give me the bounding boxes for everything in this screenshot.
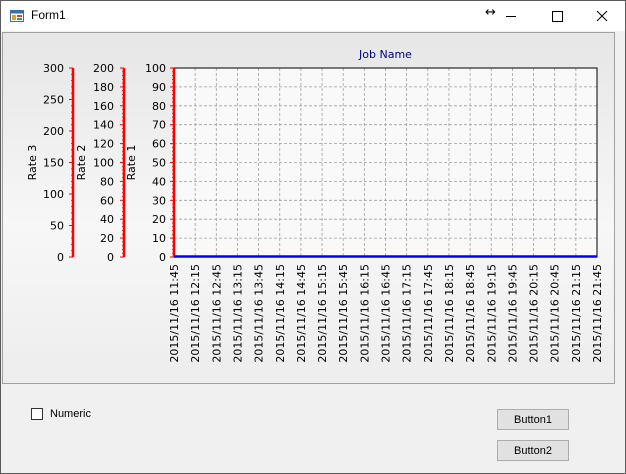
y-tick-label: 50	[152, 157, 166, 170]
x-tick-label: 2015/11/16 17:15	[401, 264, 414, 363]
y-tick-label: 160	[93, 100, 114, 113]
y-tick-label: 10	[152, 232, 166, 245]
axis-title-rate-1: Rate 1	[125, 145, 138, 181]
button2[interactable]: Button2	[497, 440, 569, 461]
axis-title-rate-2: Rate 2	[75, 145, 88, 181]
app-icon	[10, 10, 24, 22]
y-tick-label: 0	[107, 251, 114, 264]
window-title: Form1	[31, 8, 66, 22]
y-tick-label: 180	[93, 81, 114, 94]
y-tick-label: 80	[100, 175, 114, 188]
y-tick-label: 100	[93, 157, 114, 170]
y-tick-label: 100	[43, 188, 64, 201]
x-tick-label: 2015/11/16 18:15	[443, 264, 456, 363]
y-tick-label: 120	[93, 138, 114, 151]
job-chart: Job Name 0 10 20 30 40 50 60 70 80 90 100 Rate 1 0 20 4…	[26, 48, 604, 363]
x-tick-label: 2015/11/16 18:45	[464, 264, 477, 363]
button1[interactable]: Button1	[497, 409, 569, 430]
x-tick-label: 2015/11/16 20:15	[528, 264, 541, 363]
title-bar[interactable]: Form1 ↔	[1, 1, 625, 31]
y-tick-label: 40	[152, 175, 166, 188]
y-tick-label: 100	[145, 62, 166, 75]
x-tick-label: 2015/11/16 15:45	[337, 264, 350, 363]
y-tick-label: 60	[100, 194, 114, 207]
y-tick-label: 140	[93, 119, 114, 132]
y-tick-label: 20	[100, 232, 114, 245]
x-tick-label: 2015/11/16 21:15	[570, 264, 583, 363]
axis-title-rate-3: Rate 3	[26, 145, 39, 181]
y-tick-label: 20	[152, 213, 166, 226]
form1-window: Form1 ↔ Job Name 0 10 20 30 40 50 60 70 80 90 100 Ra…	[0, 0, 626, 474]
x-tick-label: 2015/11/16 19:45	[506, 264, 519, 363]
x-tick-label: 2015/11/16 19:15	[485, 264, 498, 363]
x-tick-label: 2015/11/16 15:15	[316, 264, 329, 363]
chart-title: Job Name	[358, 48, 412, 61]
y-tick-label: 250	[43, 94, 64, 107]
x-tick-label: 2015/11/16 16:15	[358, 264, 371, 363]
y-tick-label: 60	[152, 138, 166, 151]
y-tick-label: 0	[159, 251, 166, 264]
x-tick-label: 2015/11/16 13:15	[231, 264, 244, 363]
y-tick-label: 0	[57, 251, 64, 264]
y-tick-label: 80	[152, 100, 166, 113]
y-tick-label: 200	[43, 125, 64, 138]
y-tick-label: 40	[100, 213, 114, 226]
chart-panel: Job Name 0 10 20 30 40 50 60 70 80 90 100 Rate 1 0 20 4…	[2, 32, 615, 384]
numeric-checkbox[interactable]	[31, 408, 43, 420]
x-tick-label: 2015/11/16 14:45	[295, 264, 308, 363]
x-tick-label: 2015/11/16 14:15	[274, 264, 287, 363]
maximize-button[interactable]	[534, 1, 580, 31]
x-tick-label: 2015/11/16 20:45	[549, 264, 562, 363]
x-tick-label: 2015/11/16 21:45	[591, 264, 604, 363]
x-tick-label: 2015/11/16 12:45	[210, 264, 223, 363]
y-tick-label: 30	[152, 194, 166, 207]
x-tick-label: 2015/11/16 12:15	[189, 264, 202, 363]
numeric-checkbox-label[interactable]: Numeric	[50, 408, 91, 420]
y-tick-label: 50	[50, 220, 64, 233]
y-tick-label: 70	[152, 119, 166, 132]
close-button[interactable]	[579, 1, 625, 31]
y-tick-label: 150	[43, 157, 64, 170]
y-tick-label: 200	[93, 62, 114, 75]
y-tick-label: 90	[152, 81, 166, 94]
x-tick-label: 2015/11/16 13:45	[253, 264, 266, 363]
x-tick-label: 2015/11/16 16:45	[380, 264, 393, 363]
x-tick-label: 2015/11/16 17:45	[422, 264, 435, 363]
y-tick-label: 300	[43, 62, 64, 75]
x-tick-label: 2015/11/16 11:45	[168, 264, 181, 363]
minimize-button[interactable]	[488, 1, 534, 31]
